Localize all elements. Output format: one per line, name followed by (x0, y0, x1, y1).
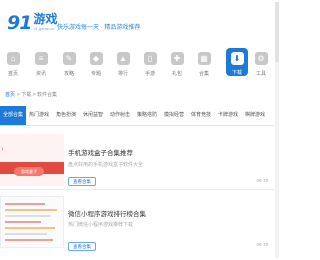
category-tools[interactable]: ⚙ 工具 (250, 48, 272, 80)
category-news[interactable]: ≡ 资讯 (30, 48, 52, 80)
list-item: 微信小程序游戏排行榜合集 热门微信小程序游戏推荐下载 查看合集 06-18 (0, 194, 274, 260)
gift-icon: ✚ (170, 52, 184, 65)
item-title[interactable]: 手机游戏盒子合集推荐 (68, 147, 133, 157)
tab-bar: 全部合集 热门游戏 角色扮演 休闲益智 动作射击 策略塔防 模拟经营 体育竞技 … (0, 106, 274, 126)
category-guide[interactable]: ✎ 攻略 (58, 48, 80, 80)
tab-all[interactable]: 全部合集 (0, 106, 26, 125)
collection-icon: ▦ (197, 52, 211, 65)
category-rank[interactable]: ▲ 排行 (112, 48, 134, 80)
page-scrollbar[interactable] (275, 2, 279, 258)
tab-rpg[interactable]: 角色扮演 (54, 106, 78, 125)
page: 91 游戏 91.game.cn 快乐游戏每一天 · 精品游戏推荐 ⌂ 首页 ≡ 资… (0, 0, 280, 260)
breadcrumb-path: > 下载 > 软件合集 (17, 92, 58, 98)
download-icon: ⬇ (230, 52, 244, 65)
item-date: 06-18 (256, 242, 268, 247)
category-download[interactable]: ⬇ 下载 (226, 48, 248, 76)
category-home[interactable]: ⌂ 首页 (2, 48, 24, 80)
site-header: 91 游戏 91.game.cn 快乐游戏每一天 · 精品游戏推荐 (0, 0, 280, 40)
tools-icon: ⚙ (254, 52, 268, 65)
home-icon: ⌂ (6, 52, 20, 65)
tab-sports[interactable]: 体育竞技 (189, 106, 213, 125)
category-gift[interactable]: ✚ 礼包 (166, 48, 188, 80)
item-title[interactable]: 微信小程序游戏排行榜合集 (68, 208, 146, 218)
tab-chess[interactable]: 棋牌游戏 (243, 106, 267, 125)
logo-subtext: 91.game.cn (33, 26, 55, 31)
item-description: 盘点好用的手机游戏盒子软件大全 (68, 162, 144, 168)
phone-icon: ▯ (143, 52, 157, 65)
view-collection-button[interactable]: 查看合集 (68, 177, 96, 186)
category-phone[interactable]: ▯ 手游 (139, 48, 161, 80)
thumbnail-label: 游戏盒子 (14, 167, 44, 176)
logo-number: 91 (7, 12, 32, 34)
site-slogan: 快乐游戏每一天 · 精品游戏推荐 (57, 25, 141, 31)
logo-text: 游戏 (33, 12, 58, 26)
tab-simulation[interactable]: 模拟经营 (162, 106, 186, 125)
topic-icon: ◆ (89, 52, 103, 65)
guide-icon: ✎ (62, 52, 76, 65)
rank-icon: ▲ (116, 52, 130, 65)
site-logo[interactable]: 91 游戏 91.game.cn (7, 13, 57, 35)
item-thumbnail[interactable]: | 游戏盒子 (0, 134, 64, 186)
news-icon: ≡ (34, 52, 48, 65)
category-nav: ⌂ 首页 ≡ 资讯 ✎ 攻略 ◆ 专题 ▲ 排行 ▯ 手游 ✚ 礼包 ▦ 合集 ⬇ 下载 ⚙ 工具 (0, 48, 274, 84)
scrollbar-thumb[interactable] (275, 2, 279, 62)
view-collection-button[interactable]: 查看合集 (68, 242, 96, 251)
item-description: 热门微信小程序游戏推荐下载 (68, 222, 134, 228)
item-date: 06-18 (256, 178, 268, 183)
tab-card[interactable]: 卡牌游戏 (216, 106, 240, 125)
tab-hot[interactable]: 热门游戏 (27, 106, 51, 125)
tab-casual[interactable]: 休闲益智 (81, 106, 105, 125)
breadcrumb-home[interactable]: 首页 (5, 92, 15, 98)
breadcrumb: 首页 > 下载 > 软件合集 (5, 91, 57, 98)
item-thumbnail[interactable] (0, 196, 64, 248)
category-collection[interactable]: ▦ 合集 (193, 48, 215, 80)
list-item: | 游戏盒子 手机游戏盒子合集推荐 盘点好用的手机游戏盒子软件大全 查看合集 0… (0, 130, 274, 190)
tab-strategy[interactable]: 策略塔防 (135, 106, 159, 125)
category-topic[interactable]: ◆ 专题 (85, 48, 107, 80)
tab-action[interactable]: 动作射击 (108, 106, 132, 125)
